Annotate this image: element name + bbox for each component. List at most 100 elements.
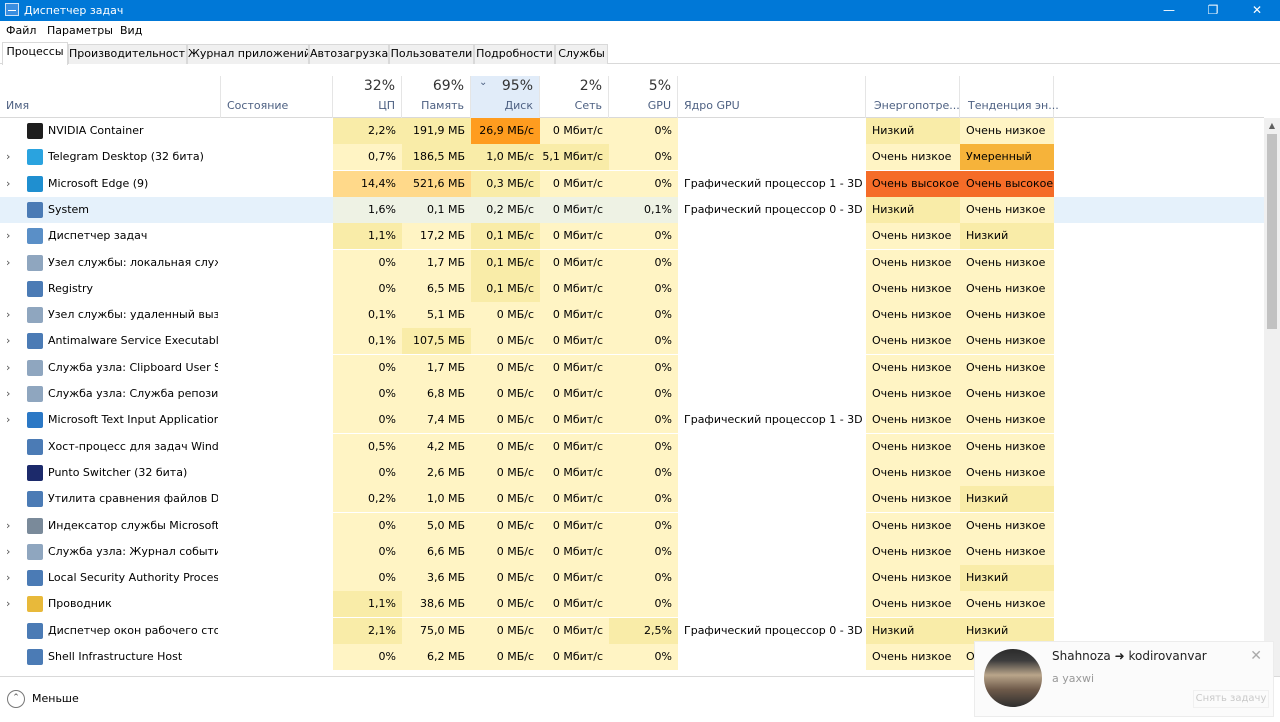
process-engine-cell (678, 354, 866, 381)
gear-icon (27, 359, 43, 376)
scrollbar-thumb[interactable] (1267, 134, 1277, 329)
chevron-right-icon[interactable]: › (6, 407, 10, 433)
title-bar: Диспетчер задач — ❐ ✕ (0, 0, 1280, 21)
process-net-cell: 5,1 Мбит/с (540, 144, 609, 171)
tab-startup[interactable]: Автозагрузка (309, 44, 389, 64)
chevron-right-icon[interactable]: › (6, 565, 10, 591)
process-gpu-cell: 0% (609, 118, 678, 144)
maximize-button[interactable]: ❐ (1190, 0, 1236, 21)
menu-file[interactable]: Файл (6, 24, 36, 37)
vertical-scrollbar[interactable]: ▲ (1264, 118, 1280, 676)
column-cpu[interactable]: 32% ЦП (333, 76, 402, 118)
process-row[interactable]: › Узел службы: локальная служ... 0% 1,7 МБ 0… (0, 249, 1264, 276)
chevron-right-icon[interactable]: › (6, 250, 10, 276)
process-cpu-cell: 0% (333, 644, 402, 670)
column-gpu-label: GPU (647, 99, 671, 112)
column-gpu[interactable]: 5% GPU (609, 76, 678, 118)
column-status[interactable]: Состояние (221, 76, 333, 118)
gear-icon (27, 254, 43, 271)
process-engine-cell (678, 118, 866, 144)
process-row[interactable]: Хост-процесс для задач Windo... 0,5% 4,2 М… (0, 433, 1264, 460)
process-row[interactable]: › Local Security Authority Process... 0% 3,… (0, 565, 1264, 592)
process-disk-cell: 0 МБ/с (471, 538, 540, 565)
network-total: 2% (579, 78, 602, 94)
notification-toast[interactable]: Shahnoza ➜ kodirovanvar a yaxwi ✕ Снять … (974, 641, 1274, 717)
process-name: Индексатор службы Microsoft ... (48, 518, 218, 532)
process-net-cell: 0 Мбит/с (540, 565, 609, 592)
process-net-cell: 0 Мбит/с (540, 644, 609, 670)
end-task-button[interactable]: Снять задачу (1193, 690, 1269, 708)
chevron-right-icon[interactable]: › (6, 381, 10, 407)
process-disk-cell: 0 МБ/с (471, 644, 540, 670)
chevron-right-icon[interactable]: › (6, 591, 10, 617)
process-row[interactable]: › Индексатор службы Microsoft ... 0% 5,0 МБ… (0, 512, 1264, 539)
process-disk-cell: 0 МБ/с (471, 486, 540, 513)
process-row[interactable]: System 1,6% 0,1 МБ 0,2 МБ/с 0 Мбит/с 0,1% Граф… (0, 196, 1264, 223)
process-trend-cell: Очень низкое (960, 196, 1054, 223)
process-row[interactable]: Registry 0% 6,5 МБ 0,1 МБ/с 0 Мбит/с 0% Очень … (0, 275, 1264, 302)
column-memory[interactable]: 69% Память (402, 76, 471, 118)
process-row[interactable]: › Проводник 1,1% 38,6 МБ 0 МБ/с 0 Мбит/с 0% Оче… (0, 591, 1264, 618)
task-manager-icon (5, 3, 19, 16)
process-row[interactable]: › Microsoft Text Input Application 0% 7,4 М… (0, 407, 1264, 434)
process-mem-cell: 521,6 МБ (402, 170, 471, 197)
process-power-cell: Низкий (866, 617, 960, 644)
process-row[interactable]: › Диспетчер задач 1,1% 17,2 МБ 0,1 МБ/с 0 Мби… (0, 223, 1264, 250)
tab-app-history[interactable]: Журнал приложений (187, 44, 309, 64)
chevron-right-icon[interactable]: › (6, 302, 10, 328)
process-row[interactable]: NVIDIA Container 2,2% 191,9 МБ 26,9 МБ/с 0 М… (0, 118, 1264, 144)
chevron-right-icon[interactable]: › (6, 328, 10, 354)
process-mem-cell: 75,0 МБ (402, 617, 471, 644)
chevron-right-icon[interactable]: › (6, 144, 10, 170)
tab-processes[interactable]: Процессы (2, 42, 68, 65)
chevron-up-icon[interactable]: ⌃ (7, 690, 25, 708)
tab-users[interactable]: Пользователи (389, 44, 474, 64)
tab-details[interactable]: Подробности (474, 44, 555, 64)
column-name-label: Имя (6, 99, 30, 112)
process-row[interactable]: › Служба узла: Журнал событи... 0% 6,6 МБ 0 … (0, 538, 1264, 565)
close-icon[interactable]: ✕ (1250, 648, 1262, 664)
column-power-usage[interactable]: Энергопотре... (866, 76, 960, 118)
system-icon (27, 201, 43, 218)
process-row[interactable]: › Microsoft Edge (9) 14,4% 521,6 МБ 0,3 МБ/с… (0, 170, 1264, 197)
process-row[interactable]: ›Служба узла: Clipboard User Se...0%1,7 … (0, 354, 1264, 381)
tab-performance[interactable]: Производительность (68, 44, 187, 64)
process-row[interactable]: Диспетчер окон рабочего стола 2,1% 75,0 МБ… (0, 617, 1264, 644)
process-row[interactable]: › Antimalware Service Executable 0,1% 107,5… (0, 328, 1264, 355)
column-disk[interactable]: ⌄ 95% Диск (471, 76, 540, 118)
process-gpu-cell: 0% (609, 170, 678, 197)
chevron-right-icon[interactable]: › (6, 355, 10, 381)
minimize-button[interactable]: — (1146, 0, 1192, 21)
column-network[interactable]: 2% Сеть (540, 76, 609, 118)
menu-view[interactable]: Вид (120, 24, 142, 37)
process-name: Хост-процесс для задач Windo... (48, 439, 218, 453)
process-row[interactable]: › Узел службы: удаленный вызо... 0,1% 5,1 М… (0, 302, 1264, 329)
chevron-right-icon[interactable]: › (6, 513, 10, 539)
process-power-cell: Очень низкое (866, 565, 960, 592)
process-row[interactable]: › Telegram Desktop (32 бита) 0,7% 186,5 МБ 1… (0, 144, 1264, 171)
process-gpu-cell: 0% (609, 644, 678, 670)
tab-services[interactable]: Службы (555, 44, 608, 64)
process-row[interactable]: Punto Switcher (32 бита) 0% 2,6 МБ 0 МБ/с 0 … (0, 459, 1264, 486)
process-power-cell: Очень низкое (866, 644, 960, 670)
gear-icon (27, 386, 43, 402)
process-name: Punto Switcher (32 бита) (48, 465, 188, 479)
chevron-right-icon[interactable]: › (6, 171, 10, 197)
close-button[interactable]: ✕ (1234, 0, 1280, 21)
menu-options[interactable]: Параметры (47, 24, 113, 37)
column-gpu-engine[interactable]: Ядро GPU (678, 76, 866, 118)
process-row[interactable]: › Служба узла: Служба репозит... 0% 6,8 МБ 0… (0, 381, 1264, 407)
column-power-trend[interactable]: Тенденция эн... (960, 76, 1059, 118)
gear-icon (27, 543, 43, 560)
process-engine-cell: Графический процессор 0 - 3D (678, 196, 866, 223)
punto-icon (27, 464, 43, 481)
process-disk-cell: 0 МБ/с (471, 354, 540, 381)
process-row[interactable]: Утилита сравнения файлов D... 0,2% 1,0 МБ 0… (0, 486, 1264, 513)
column-name[interactable]: Имя (0, 76, 221, 118)
folder-icon (27, 596, 43, 613)
chevron-right-icon[interactable]: › (6, 539, 10, 565)
fewer-details-link[interactable]: Меньше (32, 692, 79, 705)
scroll-up-icon[interactable]: ▲ (1264, 118, 1280, 134)
chevron-right-icon[interactable]: › (6, 223, 10, 249)
process-name: System (48, 202, 90, 216)
